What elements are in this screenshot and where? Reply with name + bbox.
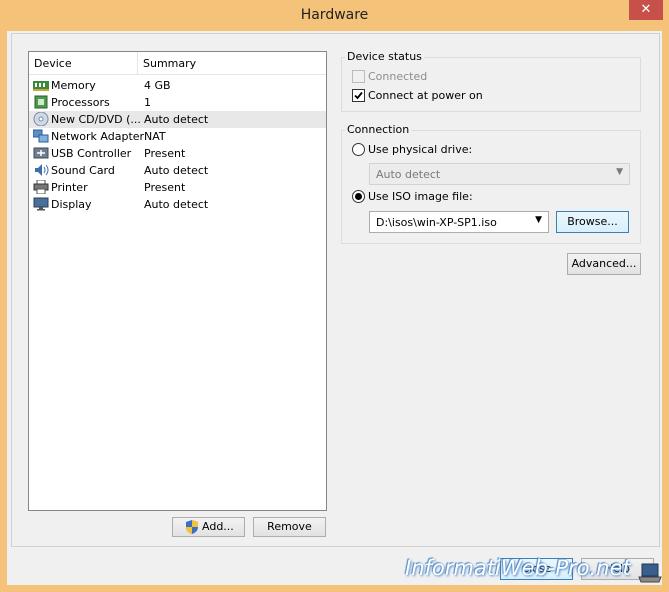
- column-header-summary[interactable]: Summary: [143, 57, 196, 70]
- device-row-processors[interactable]: Processors 1: [29, 94, 326, 111]
- iso-image-path-value: D:\isos\win-XP-SP1.iso: [376, 216, 497, 229]
- device-name: Memory: [51, 79, 96, 92]
- usb-icon: [33, 147, 49, 159]
- network-adapter-icon: [33, 129, 49, 143]
- device-row-cd-dvd[interactable]: New CD/DVD (... Auto detect: [29, 111, 326, 128]
- checkmark-icon: [354, 91, 363, 100]
- iso-image-path-combo[interactable]: D:\isos\win-XP-SP1.iso ▼: [369, 211, 549, 233]
- device-summary: Auto detect: [144, 164, 209, 177]
- cd-dvd-icon: [33, 112, 49, 126]
- connect-at-power-on-checkbox[interactable]: [352, 89, 365, 102]
- device-list[interactable]: Device Summary Memory 4 GB Processors 1 …: [28, 51, 327, 511]
- hardware-dialog: Hardware ✕ Device Summary Memory 4 GB Pr…: [0, 0, 669, 592]
- laptop-icon: [638, 563, 662, 583]
- sound-card-icon: [35, 164, 49, 176]
- use-iso-image-radio[interactable]: [352, 190, 365, 203]
- physical-drive-select[interactable]: Auto detect ▼: [369, 163, 630, 185]
- add-button-label: Add...: [202, 520, 234, 533]
- device-summary: 1: [144, 96, 151, 109]
- shield-icon: [186, 520, 198, 534]
- device-status-group: [341, 57, 641, 112]
- memory-icon: [33, 81, 49, 91]
- device-row-sound-card[interactable]: Sound Card Auto detect: [29, 162, 326, 179]
- device-row-display[interactable]: Display Auto detect: [29, 196, 326, 213]
- device-row-printer[interactable]: Printer Present: [29, 179, 326, 196]
- add-button[interactable]: Add...: [172, 517, 245, 537]
- device-summary: Present: [144, 181, 186, 194]
- device-row-network-adapter[interactable]: Network Adapter NAT: [29, 128, 326, 145]
- device-status-title: Device status: [345, 50, 424, 63]
- column-separator[interactable]: [137, 52, 138, 74]
- browse-button[interactable]: Browse...: [556, 211, 629, 233]
- device-summary: Auto detect: [144, 113, 209, 126]
- window-title: Hardware: [300, 7, 369, 23]
- connect-at-power-on-label: Connect at power on: [368, 89, 483, 102]
- device-name: Printer: [51, 181, 88, 194]
- use-iso-image-label: Use ISO image file:: [368, 190, 473, 203]
- connected-checkbox[interactable]: [352, 70, 365, 83]
- device-row-memory[interactable]: Memory 4 GB: [29, 77, 326, 94]
- device-name: Processors: [51, 96, 110, 109]
- device-name: USB Controller: [51, 147, 132, 160]
- radio-selected-dot: [355, 193, 362, 200]
- device-name: New CD/DVD (...: [51, 113, 141, 126]
- watermark-text: InformatiWeb-Pro.net: [405, 556, 631, 580]
- list-header: Device Summary: [29, 52, 326, 75]
- physical-drive-value: Auto detect: [376, 168, 441, 181]
- advanced-button[interactable]: Advanced...: [567, 253, 641, 275]
- title-bar: Hardware ✕: [0, 0, 669, 31]
- column-header-device[interactable]: Device: [34, 57, 72, 70]
- device-summary: 4 GB: [144, 79, 171, 92]
- close-window-button[interactable]: ✕: [629, 0, 663, 20]
- display-icon: [33, 197, 49, 211]
- chevron-down-icon[interactable]: ▼: [535, 215, 542, 225]
- device-name: Display: [51, 198, 92, 211]
- connected-label: Connected: [368, 70, 428, 83]
- remove-button[interactable]: Remove: [253, 517, 326, 537]
- device-summary: NAT: [144, 130, 166, 143]
- device-summary: Auto detect: [144, 198, 209, 211]
- device-row-usb-controller[interactable]: USB Controller Present: [29, 145, 326, 162]
- printer-icon: [33, 180, 49, 194]
- use-physical-drive-radio[interactable]: [352, 143, 365, 156]
- processor-icon: [34, 95, 48, 109]
- use-physical-drive-label: Use physical drive:: [368, 143, 473, 156]
- device-name: Network Adapter: [51, 130, 145, 143]
- device-summary: Present: [144, 147, 186, 160]
- connection-title: Connection: [345, 123, 412, 136]
- device-name: Sound Card: [51, 164, 115, 177]
- chevron-down-icon: ▼: [616, 167, 623, 177]
